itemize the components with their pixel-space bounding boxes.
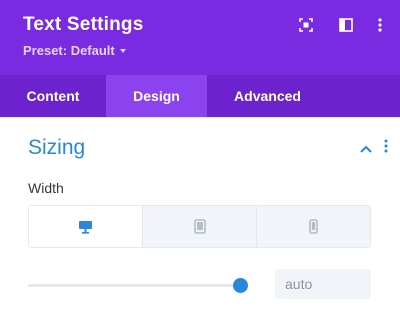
- chevron-up-icon[interactable]: [360, 140, 372, 158]
- device-tablet-button[interactable]: [143, 206, 257, 247]
- focus-icon[interactable]: [298, 17, 314, 33]
- desktop-icon: [79, 220, 92, 234]
- device-phone-button[interactable]: [257, 206, 370, 247]
- section-more-icon[interactable]: [384, 139, 388, 158]
- section-title[interactable]: Sizing: [28, 136, 85, 160]
- tablet-icon: [193, 219, 206, 234]
- preset-label: Preset: Default: [23, 43, 115, 58]
- device-desktop-button[interactable]: [29, 206, 143, 247]
- settings-header: Text Settings Preset: Default: [0, 0, 400, 75]
- section-controls: [360, 139, 388, 158]
- preset-dropdown[interactable]: Preset: Default: [23, 43, 126, 58]
- width-slider[interactable]: [28, 278, 248, 293]
- width-value-input[interactable]: auto: [275, 269, 371, 299]
- split-view-icon[interactable]: [338, 17, 354, 33]
- tab-bar: Content Design Advanced: [0, 75, 400, 117]
- phone-icon: [309, 219, 318, 234]
- tab-content[interactable]: Content: [0, 75, 106, 117]
- caret-down-icon: [119, 49, 126, 53]
- divider: [0, 117, 400, 118]
- width-label: Width: [28, 180, 64, 196]
- device-switcher: [28, 205, 371, 248]
- modal-title: Text Settings: [23, 14, 144, 35]
- slider-handle[interactable]: [232, 278, 248, 293]
- more-vertical-icon[interactable]: [372, 17, 388, 33]
- tab-advanced[interactable]: Advanced: [207, 75, 328, 117]
- tab-design[interactable]: Design: [106, 75, 207, 117]
